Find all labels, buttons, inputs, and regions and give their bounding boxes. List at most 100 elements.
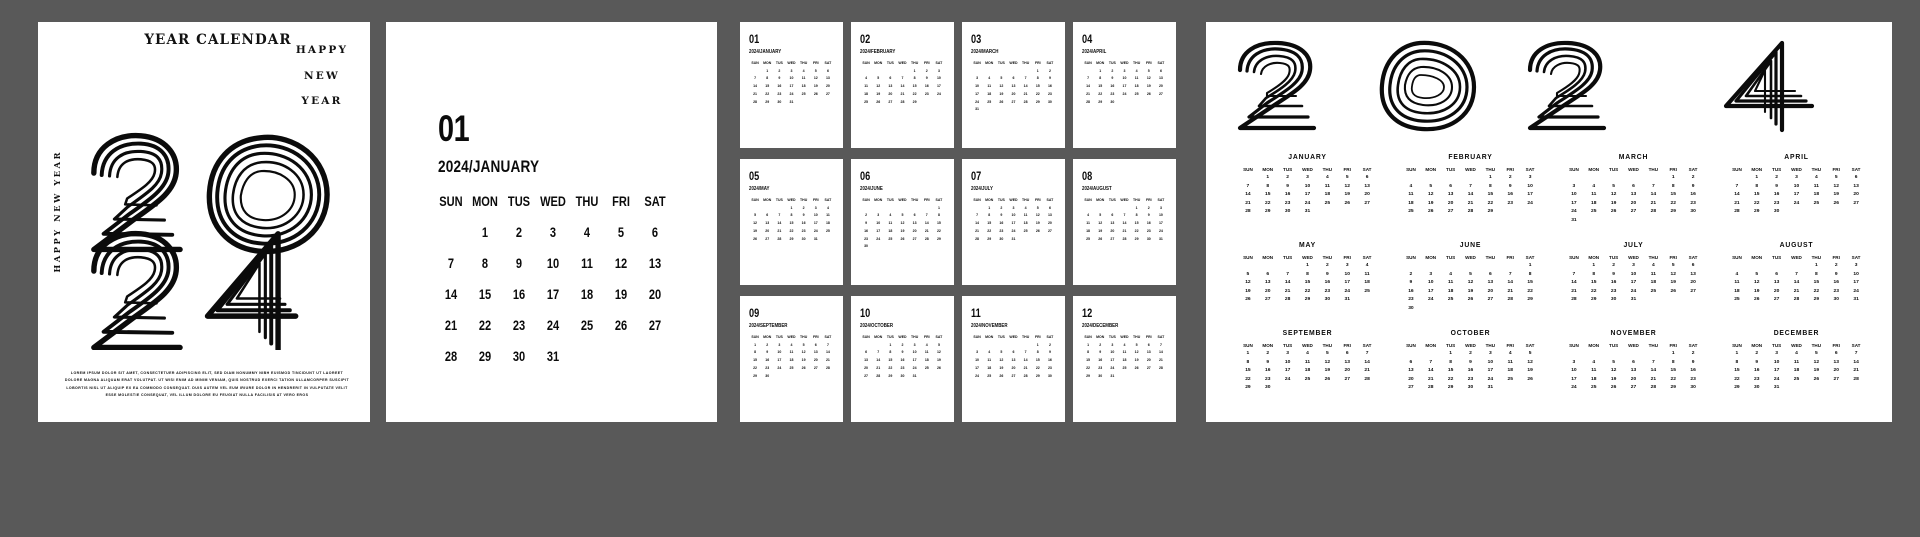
date-cell[interactable]: 31 [971,108,983,112]
date-cell[interactable]: 28 [1238,209,1258,215]
date-cell[interactable]: 29 [1806,297,1826,303]
date-cell[interactable]: 13 [860,359,872,363]
date-cell[interactable]: 15 [1520,280,1540,286]
date-cell[interactable]: 27 [1044,229,1056,234]
date-cell[interactable]: 17 [909,359,921,363]
date-cell[interactable]: 20 [1007,366,1019,371]
date-cell[interactable]: 29 [933,237,945,242]
date-cell[interactable]: 20 [1357,192,1377,198]
date-cell[interactable]: 9 [1747,360,1767,366]
date-cell[interactable]: 12 [1238,280,1258,286]
date-cell[interactable]: 14 [971,222,983,226]
date-cell[interactable]: 13 [1143,351,1155,355]
date-cell[interactable]: 24 [1106,366,1118,371]
date-cell[interactable]: 28 [1846,377,1866,383]
month-card-october[interactable]: 102024/OCTOBERSUNMONTUSWEDTHUFRISAT··123… [851,296,954,422]
date-cell[interactable]: 9 [921,77,933,81]
date-cell[interactable]: 26 [896,237,908,242]
date-cell[interactable]: 10 [1106,351,1118,355]
date-cell[interactable]: 14 [872,359,884,363]
date-cell[interactable]: 11 [1298,360,1318,366]
date-cell[interactable]: 26 [995,100,1007,105]
date-cell[interactable]: 27 [761,237,773,242]
date-cell[interactable]: 2 [1683,351,1703,357]
date-cell[interactable]: 30 [1683,209,1703,215]
year-month-june[interactable]: JUNESUNMONTUSWEDTHUFRISAT······123456789… [1393,240,1548,328]
date-cell[interactable]: 7 [1500,272,1520,278]
month-card-april[interactable]: 042024/APRILSUNMONTUSWEDTHUFRISAT·123456… [1073,22,1176,148]
date-cell[interactable]: 19 [896,229,908,234]
date-cell[interactable]: 12 [872,85,884,89]
date-cell[interactable]: 27 [909,237,921,242]
date-cell[interactable]: 4 [1298,351,1318,357]
date-cell[interactable]: 25 [983,100,995,105]
date-cell[interactable]: 18 [1401,201,1421,207]
date-cell[interactable]: 22 [761,92,773,97]
date-cell[interactable]: 17 [1278,368,1298,374]
date-cell[interactable]: 26 [872,100,884,105]
year-month-october[interactable]: OCTOBERSUNMONTUSWEDTHUFRISAT··1234567891… [1393,328,1548,416]
date-cell[interactable]: 2 [1401,272,1421,278]
date-cell[interactable]: 25 [983,374,995,379]
date-cell[interactable]: 9 [1826,272,1846,278]
date-cell[interactable]: 5 [1032,206,1044,211]
date-cell[interactable]: 11 [1401,192,1421,198]
date-cell[interactable]: 13 [1258,280,1278,286]
date-cell[interactable]: 12 [1747,280,1767,286]
date-cell[interactable]: 28 [1727,209,1747,215]
date-cell[interactable]: 17 [1007,222,1019,226]
date-cell[interactable]: 28 [437,349,465,364]
date-cell[interactable]: 16 [1278,192,1298,198]
date-cell[interactable]: 22 [1094,92,1106,97]
date-cell[interactable]: 3 [933,69,945,74]
date-cell[interactable]: 19 [995,366,1007,371]
date-cell[interactable]: 24 [1278,377,1298,383]
date-cell[interactable]: 27 [810,366,822,371]
date-cell[interactable]: 8 [1298,272,1318,278]
date-cell[interactable]: 26 [1747,297,1767,303]
date-cell[interactable]: 25 [1584,385,1604,391]
date-cell[interactable]: 14 [1357,360,1377,366]
date-cell[interactable]: 26 [1317,377,1337,383]
date-cell[interactable]: 18 [822,222,834,226]
date-cell[interactable]: 29 [1441,385,1461,391]
date-cell[interactable]: 1 [1131,206,1143,211]
date-cell[interactable]: 23 [761,366,773,371]
date-cell[interactable]: 25 [1727,297,1747,303]
date-cell[interactable]: 17 [1767,368,1787,374]
date-cell[interactable]: 29 [785,237,797,242]
date-cell[interactable]: 25 [1357,289,1377,295]
date-cell[interactable]: 28 [921,237,933,242]
date-cell[interactable]: 8 [1663,184,1683,190]
date-cell[interactable]: 19 [1663,280,1683,286]
date-cell[interactable]: 14 [1500,280,1520,286]
date-cell[interactable]: 27 [1357,201,1377,207]
date-cell[interactable]: 14 [1461,192,1481,198]
date-cell[interactable]: 25 [1441,297,1461,303]
date-cell[interactable]: 21 [971,229,983,234]
date-cell[interactable]: 21 [1564,289,1584,295]
date-cell[interactable]: 15 [761,85,773,89]
date-cell[interactable]: 16 [1401,289,1421,295]
date-cell[interactable]: 29 [1584,297,1604,303]
date-cell[interactable]: 18 [1584,377,1604,383]
date-cell[interactable]: 29 [884,374,896,379]
date-cell[interactable]: 31 [810,237,822,242]
date-cell[interactable]: 17 [1337,280,1357,286]
date-cell[interactable]: 26 [995,374,1007,379]
date-cell[interactable]: 21 [1461,201,1481,207]
date-cell[interactable]: 25 [921,366,933,371]
date-cell[interactable]: 14 [773,222,785,226]
date-cell[interactable]: 6 [1624,184,1644,190]
date-cell[interactable]: 19 [607,287,635,302]
date-cell[interactable]: 27 [1624,385,1644,391]
date-cell[interactable]: 24 [785,92,797,97]
date-cell[interactable]: 17 [1564,377,1584,383]
date-cell[interactable]: 20 [1258,289,1278,295]
date-cell[interactable]: 22 [1032,92,1044,97]
date-cell[interactable]: 6 [1143,343,1155,348]
date-cell[interactable]: 19 [1520,368,1540,374]
date-cell[interactable]: 27 [1007,100,1019,105]
date-cell[interactable]: 20 [1826,368,1846,374]
date-cell[interactable]: 16 [1747,368,1767,374]
